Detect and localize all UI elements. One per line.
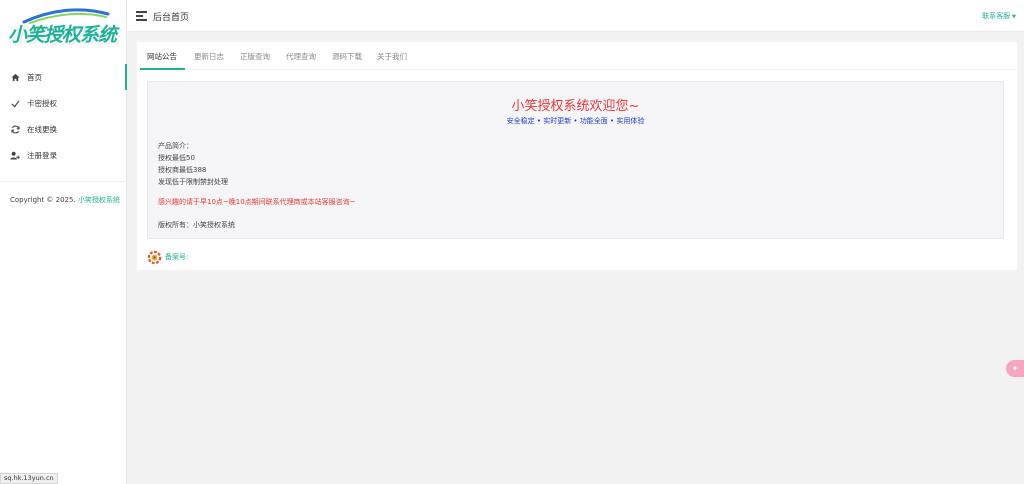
- tab-agent-query[interactable]: 代理查询: [286, 51, 316, 62]
- product-intro: 产品简介： 授权最低50 授权商最低388 发现低于限制禁封处理: [158, 140, 228, 188]
- announcement-subtitle: 安全稳定 • 实时更新 • 功能全面 • 实用体验: [506, 117, 645, 125]
- logo-text: 小笑授权系统: [8, 24, 117, 46]
- menu-toggle-icon[interactable]: [136, 11, 147, 21]
- sidebar-item-register-login[interactable]: 注册登录: [0, 142, 127, 168]
- contact-hours-warning: 感兴趣的请于早10点~晚10点期间联系代理商或本站客服咨询~: [158, 198, 356, 206]
- intro-line: 产品简介：: [158, 142, 193, 150]
- check-icon: [10, 98, 20, 108]
- beian-badge-icon: [147, 250, 162, 264]
- tab-bar: 网站公告 更新日志 正版查询 代理查询 源码下载 关于我们: [137, 42, 1017, 70]
- intro-line: 授权最低50: [158, 154, 195, 162]
- topbar: 后台首页 联系客服 ▼: [127, 0, 1024, 32]
- contact-dropdown[interactable]: 联系客服 ▼: [982, 11, 1016, 21]
- status-url: sq.hk.13yun.cn: [0, 473, 58, 484]
- sidebar-divider: [0, 181, 127, 182]
- tab-about-us[interactable]: 关于我们: [377, 51, 407, 62]
- page-title: 后台首页: [153, 13, 190, 23]
- announcement-title: 小笑授权系统欢迎您~: [511, 99, 640, 114]
- sidebar: 小笑授权系统 首页 卡密授权 在线更换 注册登录 Copyright © 202…: [0, 0, 127, 484]
- announcement-panel: 小笑授权系统欢迎您~ 安全稳定 • 实时更新 • 功能全面 • 实用体验 产品简…: [147, 81, 1004, 239]
- tab-active-indicator: [140, 68, 185, 70]
- refresh-icon: [10, 124, 20, 134]
- copyright-prefix: Copyright © 2025.: [10, 196, 76, 204]
- intro-line: 授权商最低388: [158, 166, 207, 174]
- logo[interactable]: 小笑授权系统: [6, 8, 118, 52]
- copyright-brand-link[interactable]: 小笑授权系统: [78, 196, 120, 204]
- tab-changelog[interactable]: 更新日志: [194, 51, 224, 62]
- sidebar-item-label: 注册登录: [27, 150, 57, 160]
- sidebar-item-label: 卡密授权: [27, 98, 57, 108]
- contact-label: 联系客服: [982, 12, 1011, 20]
- beian-label: 备案号:: [165, 253, 189, 261]
- sidebar-item-home[interactable]: 首页: [0, 64, 127, 90]
- beian-record[interactable]: 备案号:: [147, 249, 188, 265]
- sparkle-icon: ✦: [1011, 364, 1019, 373]
- copyright: Copyright © 2025. 小笑授权系统: [10, 195, 120, 205]
- user-add-icon: [10, 150, 20, 160]
- sidebar-item-label: 首页: [27, 72, 42, 82]
- caret-down-icon: ▼: [1012, 14, 1016, 20]
- sidebar-nav: 首页 卡密授权 在线更换 注册登录: [0, 64, 127, 168]
- home-icon: [10, 72, 20, 82]
- sidebar-item-online-change[interactable]: 在线更换: [0, 116, 127, 142]
- main-card: 网站公告 更新日志 正版查询 代理查询 源码下载 关于我们 小笑授权系统欢迎您~…: [137, 42, 1017, 270]
- tab-source-download[interactable]: 源码下载: [332, 51, 362, 62]
- copyright-owner: 版权所有：小笑授权系统: [158, 221, 235, 229]
- floating-help-button[interactable]: ✦: [1006, 360, 1024, 377]
- intro-line: 发现低于限制禁封处理: [158, 178, 228, 186]
- sidebar-item-card-auth[interactable]: 卡密授权: [0, 90, 127, 116]
- sidebar-item-label: 在线更换: [27, 124, 57, 134]
- tab-genuine-query[interactable]: 正版查询: [240, 51, 270, 62]
- tab-announcement[interactable]: 网站公告: [147, 51, 177, 62]
